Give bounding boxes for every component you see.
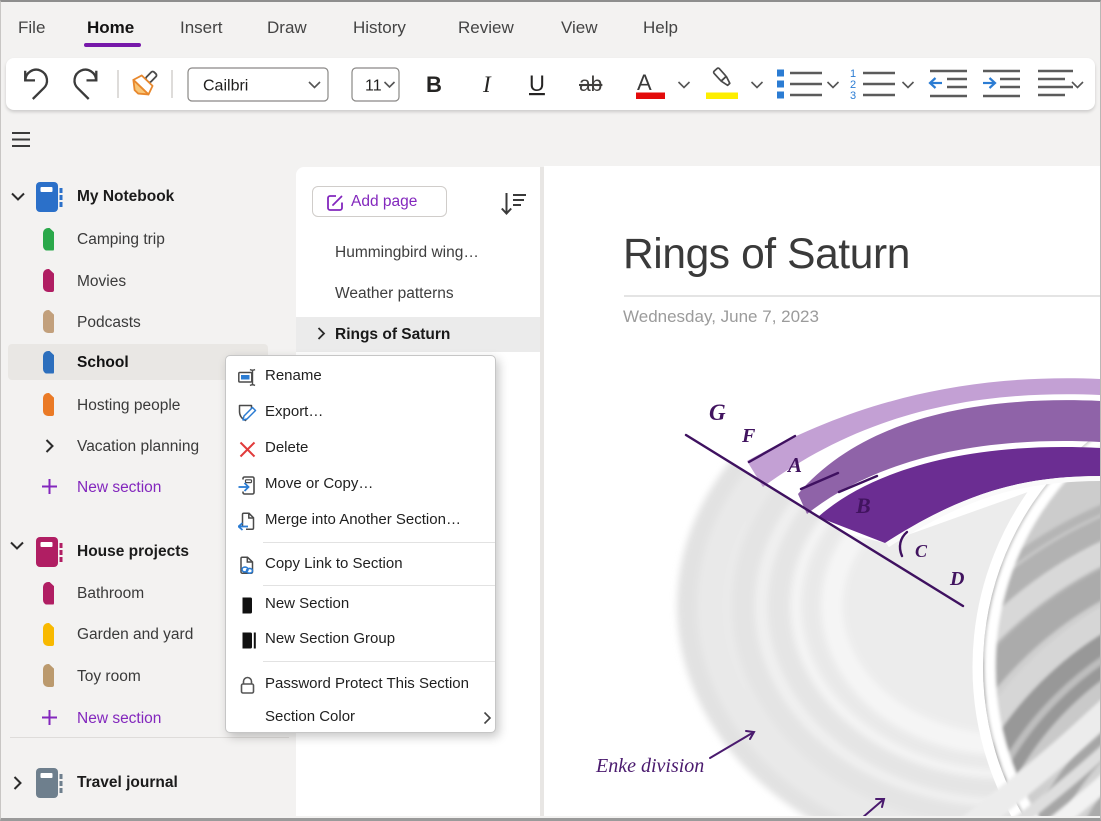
svg-text:U: U bbox=[529, 71, 545, 96]
svg-text:D: D bbox=[949, 568, 964, 590]
svg-text:A: A bbox=[786, 453, 802, 477]
svg-text:I: I bbox=[482, 72, 492, 97]
svg-text:11: 11 bbox=[365, 78, 382, 95]
svg-text:Cailbri: Cailbri bbox=[203, 78, 248, 95]
svg-text:Enke division: Enke division bbox=[595, 755, 704, 777]
svg-text:B: B bbox=[426, 72, 442, 97]
svg-text:G: G bbox=[709, 400, 726, 425]
svg-text:A: A bbox=[637, 70, 652, 95]
svg-text:F: F bbox=[741, 425, 756, 447]
svg-text:3: 3 bbox=[850, 90, 856, 102]
svg-text:B: B bbox=[855, 493, 871, 518]
svg-text:ab: ab bbox=[579, 73, 602, 96]
svg-text:C: C bbox=[915, 541, 928, 561]
